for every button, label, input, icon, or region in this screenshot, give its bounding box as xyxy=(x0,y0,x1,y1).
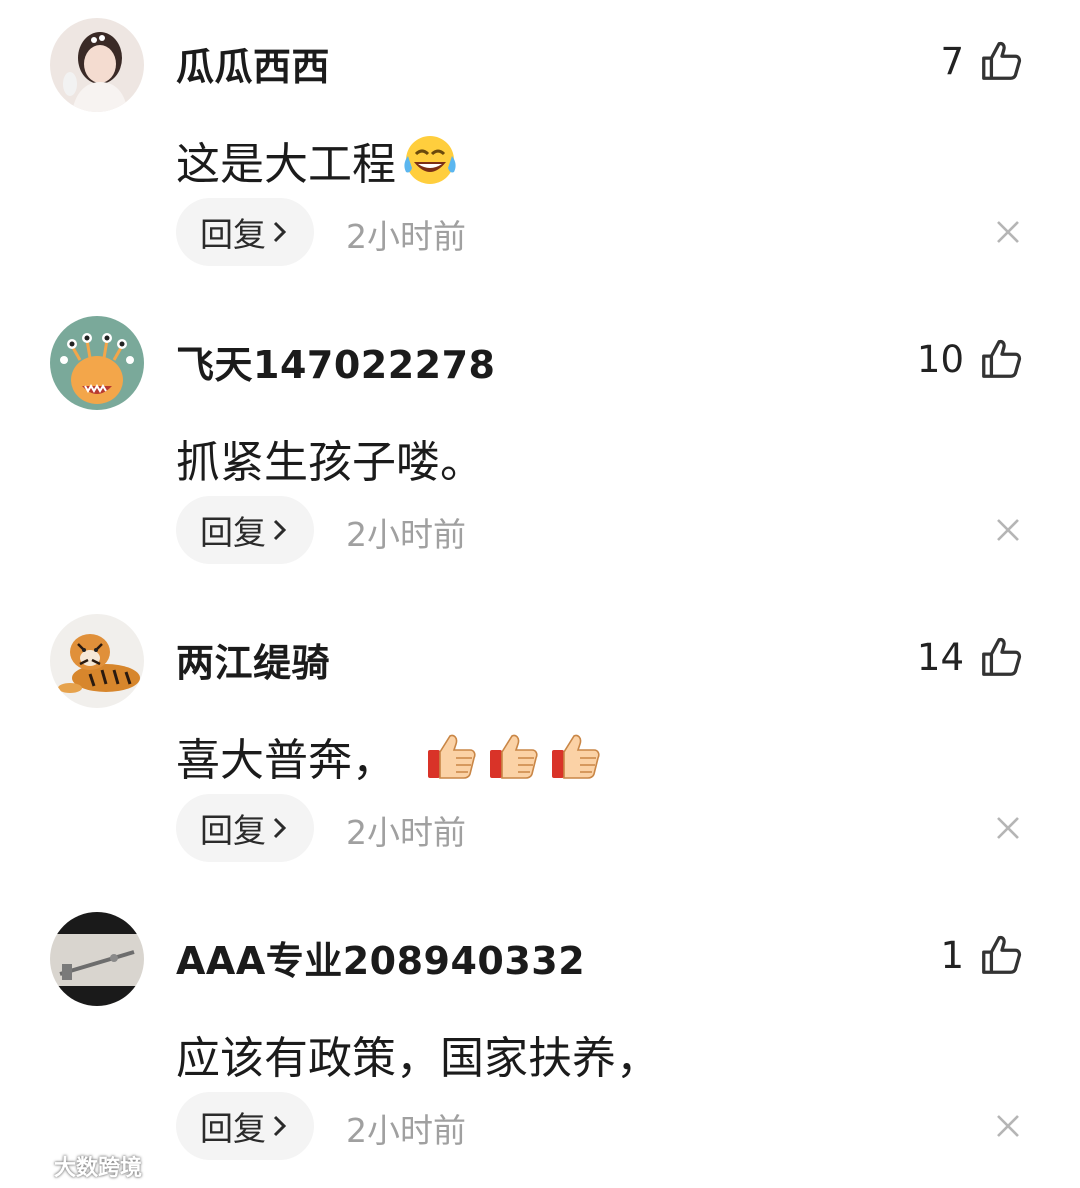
comment-text-row: 应该有政策，国家扶养， xyxy=(176,1022,660,1086)
chevron-right-icon xyxy=(270,219,290,245)
username[interactable]: 飞天147022278 xyxy=(176,334,495,389)
avatar[interactable] xyxy=(50,614,144,708)
avatar[interactable] xyxy=(50,316,144,410)
like-count: 10 xyxy=(916,337,964,381)
comment-text: 应该有政策，国家扶养， xyxy=(176,1033,660,1084)
thumbs-up-emoji-icon xyxy=(488,730,540,782)
reply-label: 回复 xyxy=(200,215,266,254)
like-button[interactable]: 7 xyxy=(940,36,1024,86)
username[interactable]: AAA专业208940332 xyxy=(176,930,585,985)
timestamp: 2小时前 xyxy=(346,813,466,852)
like-count: 7 xyxy=(940,39,964,83)
avatar[interactable] xyxy=(50,912,144,1006)
watermark-text: 大数跨境 xyxy=(54,1156,143,1181)
comment-item: 瓜瓜西西 7 这是大工程 回复 2小时前 xyxy=(0,0,1080,298)
avatar-girl-image xyxy=(50,18,144,112)
comment-item: 两江缇骑 14 喜大普奔， 回复 2小时前 xyxy=(0,596,1080,894)
watermark: 大数跨境 xyxy=(10,1150,142,1182)
avatar[interactable] xyxy=(50,18,144,112)
comment-item: 飞天147022278 10 抓紧生孩子喽。 回复 2小时前 xyxy=(0,298,1080,596)
close-icon[interactable] xyxy=(994,814,1022,842)
timestamp: 2小时前 xyxy=(346,1111,466,1150)
timestamp: 2小时前 xyxy=(346,515,466,554)
comment-list: 瓜瓜西西 7 这是大工程 回复 2小时前 飞天147022278 10 抓紧生孩… xyxy=(0,0,1080,1188)
reply-label: 回复 xyxy=(200,811,266,850)
username[interactable]: 两江缇骑 xyxy=(176,632,330,687)
like-count: 14 xyxy=(916,635,964,679)
chevron-right-icon xyxy=(270,1113,290,1139)
like-button[interactable]: 1 xyxy=(940,930,1024,980)
like-button[interactable]: 14 xyxy=(917,632,1024,682)
close-icon[interactable] xyxy=(994,1112,1022,1140)
reply-button[interactable]: 回复 xyxy=(176,496,314,564)
avatar-photo-image xyxy=(50,912,144,1006)
close-icon[interactable] xyxy=(994,516,1022,544)
comment-item: AAA专业208940332 1 应该有政策，国家扶养， 回复 2小时前 xyxy=(0,894,1080,1188)
reply-label: 回复 xyxy=(200,1109,266,1148)
comment-text: 抓紧生孩子喽。 xyxy=(176,437,484,488)
reply-label: 回复 xyxy=(200,513,266,552)
chevron-right-icon xyxy=(270,815,290,841)
comment-text: 这是大工程 xyxy=(176,139,396,190)
watermark-logo-icon xyxy=(11,1157,48,1174)
thumbs-up-icon[interactable] xyxy=(978,634,1024,680)
reply-button[interactable]: 回复 xyxy=(176,1092,314,1160)
like-count: 1 xyxy=(940,933,964,977)
close-icon[interactable] xyxy=(994,218,1022,246)
username[interactable]: 瓜瓜西西 xyxy=(176,36,330,91)
reply-button[interactable]: 回复 xyxy=(176,794,314,862)
avatar-monster-image xyxy=(50,316,144,410)
reply-button[interactable]: 回复 xyxy=(176,198,314,266)
thumbs-up-icon[interactable] xyxy=(978,38,1024,84)
thumbs-up-icon[interactable] xyxy=(978,336,1024,382)
laughing-crying-emoji-icon xyxy=(400,132,460,188)
comment-text-row: 喜大普奔， xyxy=(176,724,602,788)
comment-text-row: 这是大工程 xyxy=(176,128,460,192)
thumbs-up-icon[interactable] xyxy=(978,932,1024,978)
thumbs-up-emoji-icon xyxy=(426,730,478,782)
like-button[interactable]: 10 xyxy=(917,334,1024,384)
comment-text-row: 抓紧生孩子喽。 xyxy=(176,426,484,490)
avatar-tiger-image xyxy=(50,614,144,708)
thumbs-up-emoji-icon xyxy=(550,730,602,782)
comment-text: 喜大普奔， xyxy=(176,735,396,786)
chevron-right-icon xyxy=(270,517,290,543)
timestamp: 2小时前 xyxy=(346,217,466,256)
